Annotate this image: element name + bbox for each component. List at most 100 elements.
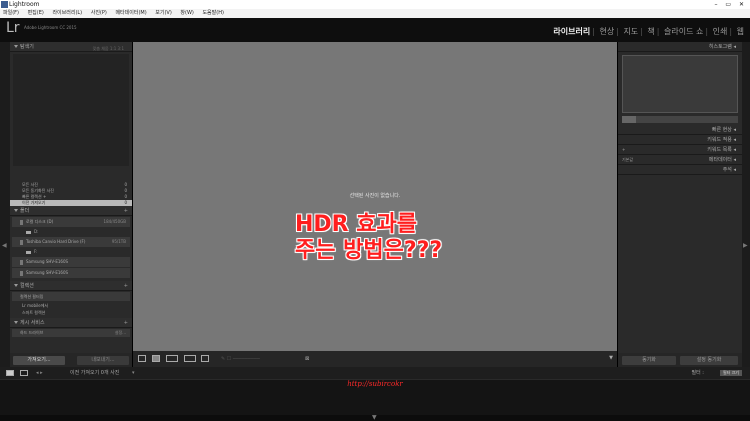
menubar: 파일(F) 편집(E) 라이브러리(L) 사진(P) 메타데이터(M) 보기(V… xyxy=(0,9,750,18)
menu-view[interactable]: 보기(V) xyxy=(155,10,172,16)
menu-metadata[interactable]: 메타데이터(M) xyxy=(115,10,146,16)
module-library[interactable]: 라이브러리 xyxy=(551,27,592,36)
navigator-zoom-options[interactable]: 맞춤 채움 1:1 3:1 xyxy=(93,44,124,54)
window-titlebar: Lightroom – ▭ ✕ xyxy=(0,0,750,9)
folders-header[interactable]: 폴더 + xyxy=(10,206,132,216)
metadata-header[interactable]: 기본값 메타데이터 ◂ xyxy=(618,155,742,165)
identity-plate: Lr Adobe Lightroom CC 2015 라이브러리 | 현상 | 지도… xyxy=(0,18,750,42)
painter-icon[interactable]: ✎ ☐ ───────── xyxy=(221,356,260,362)
grid-view[interactable]: 선택된 사진이 없습니다. xyxy=(133,42,617,351)
grid-view-icon[interactable] xyxy=(138,355,146,362)
keywording-header[interactable]: 키워드 적용 ◂ xyxy=(618,135,742,145)
window-controls[interactable]: – ▭ ✕ xyxy=(714,0,747,9)
export-button[interactable]: 내보내기... xyxy=(77,356,129,365)
folder-f[interactable]: F: xyxy=(12,248,130,256)
grid-toolbar: ✎ ☐ ───────── ⊠ ▼ xyxy=(133,351,617,367)
thumbnail-size-icon[interactable]: ⊠ xyxy=(305,356,309,362)
module-book[interactable]: 책 xyxy=(645,27,656,36)
collections-header[interactable]: 컬렉션 + xyxy=(10,281,132,291)
secondary-window-icon[interactable] xyxy=(20,370,28,376)
expand-triangle-icon xyxy=(14,321,18,324)
drive-samsung-2[interactable]: Samsung SHV-E160S xyxy=(12,268,130,278)
add-publish-icon[interactable]: + xyxy=(124,318,128,328)
compare-view-icon[interactable] xyxy=(166,355,178,362)
histogram-header[interactable]: 히스토그램 ◂ xyxy=(618,42,742,52)
publish-hard-drive[interactable]: 하드 드라이브 설정... xyxy=(12,329,130,337)
bottom-edge-strip[interactable]: ▼ xyxy=(0,414,750,421)
menu-window[interactable]: 창(W) xyxy=(180,10,193,16)
add-collection-icon[interactable]: + xyxy=(124,281,128,291)
loupe-view-icon[interactable] xyxy=(152,355,160,362)
filmstrip-nav-arrows-icon[interactable]: ◂ ▸ xyxy=(36,367,43,379)
collection-filter[interactable]: 컬렉션 필터링 xyxy=(12,292,130,301)
collapse-left-icon[interactable]: ◀ xyxy=(2,242,7,249)
left-panel: 탐색기 맞춤 채움 1:1 3:1 모든 사진 0 모든 동기화된 사진 0 빠른 … xyxy=(10,42,132,367)
menu-library[interactable]: 라이브러리(L) xyxy=(52,10,82,16)
collapse-right-icon[interactable]: ▶ xyxy=(743,242,748,249)
right-edge-strip[interactable]: ▶ xyxy=(742,42,750,367)
comments-header[interactable]: 주석 ◂ xyxy=(618,165,742,175)
drive-icon xyxy=(20,259,23,265)
source-dropdown-icon[interactable]: ▾ xyxy=(132,367,135,379)
filter-label: 필터 : xyxy=(691,370,704,376)
quick-develop-header[interactable]: 빠른 현상 ◂ xyxy=(618,125,742,135)
menu-file[interactable]: 파일(F) xyxy=(3,10,19,16)
window-title: Lightroom xyxy=(9,1,40,8)
lr-logo: Lr xyxy=(6,20,20,36)
folder-d[interactable]: D: xyxy=(12,228,130,236)
add-folder-icon[interactable]: + xyxy=(124,206,128,216)
empty-grid-message: 선택된 사진이 없습니다. xyxy=(349,193,401,199)
module-develop[interactable]: 현상 xyxy=(597,27,616,36)
module-print[interactable]: 인쇄 xyxy=(711,27,730,36)
histogram-slider[interactable] xyxy=(622,116,738,123)
collapse-bottom-icon[interactable]: ▼ xyxy=(372,414,377,421)
drive-icon xyxy=(20,270,23,276)
menu-photo[interactable]: 사진(P) xyxy=(91,10,107,16)
add-keyword-icon[interactable]: + xyxy=(622,145,625,155)
module-web[interactable]: 웹 xyxy=(735,27,746,36)
histogram-display xyxy=(622,55,738,113)
menu-edit[interactable]: 편집(E) xyxy=(28,10,44,16)
publish-setup-link[interactable]: 설정... xyxy=(115,329,126,337)
keyword-list-header[interactable]: + 키워드 목록 ◂ xyxy=(618,145,742,155)
filter-dropdown[interactable]: 필터 끄기 xyxy=(720,370,742,376)
folder-icon xyxy=(26,230,31,234)
filmstrip-navigation: ◂ ▸ 이전 가져오기 0개 사진 ▾ 필터 : 필터 끄기 xyxy=(0,367,750,379)
metadata-preset-dropdown[interactable]: 기본값 xyxy=(622,155,633,165)
watermark-url: http://subircokr xyxy=(347,380,403,388)
drive-icon xyxy=(20,219,23,225)
drive-local-disk[interactable]: 로컬 디스크 (D) 184/450GB xyxy=(12,217,130,227)
menu-help[interactable]: 도움말(H) xyxy=(202,10,223,16)
left-panel-buttons: 가져오기... 내보내기... xyxy=(10,353,132,367)
expand-triangle-icon xyxy=(14,45,18,48)
collection-lr-mobile[interactable]: Lr mobile에서 xyxy=(10,302,132,309)
left-edge-strip[interactable]: ◀ xyxy=(0,42,10,367)
filmstrip-source[interactable]: 이전 가져오기 0개 사진 xyxy=(70,367,119,379)
module-slideshow[interactable]: 슬라이드 쇼 xyxy=(662,27,705,36)
filmstrip[interactable]: http://subircokr xyxy=(0,379,750,415)
overlay-caption-line2: 주는 방법은??? xyxy=(295,238,443,263)
toolbar-options-icon[interactable]: ▼ xyxy=(609,355,613,361)
drive-toshiba[interactable]: Toshiba Canvio Hard Drive (F) 95/1TB xyxy=(12,237,130,247)
expand-triangle-icon xyxy=(14,209,18,212)
folder-icon xyxy=(26,250,31,254)
module-picker: 라이브러리 | 현상 | 지도 | 책 | 슬라이드 쇼 | 인쇄 | 웹 xyxy=(551,27,746,36)
right-panel: 히스토그램 ◂ 빠른 현상 ◂ 키워드 적용 ◂ + 키워드 목록 ◂ 기본값 … xyxy=(618,42,742,367)
publish-services-header[interactable]: 게시 서비스 + xyxy=(10,318,132,328)
navigator-header[interactable]: 탐색기 맞춤 채움 1:1 3:1 xyxy=(10,42,132,52)
collection-smart[interactable]: 스마트 컬렉션 xyxy=(10,309,132,316)
module-map[interactable]: 지도 xyxy=(621,27,640,36)
drive-samsung-1[interactable]: Samsung SHV-E160S xyxy=(12,257,130,267)
people-view-icon[interactable] xyxy=(201,355,209,362)
survey-view-icon[interactable] xyxy=(184,355,196,362)
import-button[interactable]: 가져오기... xyxy=(13,356,65,365)
navigator-preview xyxy=(13,54,129,166)
catalog-list: 모든 사진 0 모든 동기화된 사진 0 빠른 컬렉션 +0 이전 가져오기 0 xyxy=(10,182,132,206)
drive-icon xyxy=(20,239,23,245)
lr-version-label: Adobe Lightroom CC 2015 xyxy=(24,25,77,30)
sync-settings-button[interactable]: 설정 동기화 xyxy=(680,356,738,365)
primary-window-icon[interactable] xyxy=(6,370,14,376)
sync-button[interactable]: 동기화 xyxy=(622,356,676,365)
expand-triangle-icon xyxy=(14,284,18,287)
lightroom-app-icon xyxy=(1,1,8,8)
